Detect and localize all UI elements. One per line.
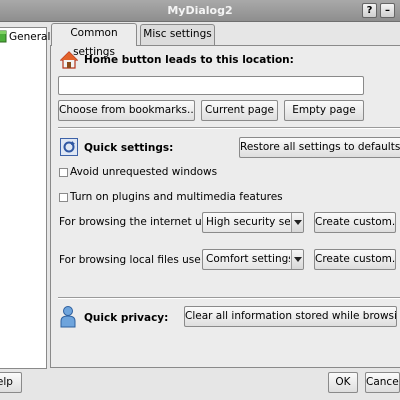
internet-security-value: High security settings — [206, 216, 290, 228]
category-list[interactable]: General — [0, 27, 50, 369]
current-page-button[interactable]: Current page — [201, 100, 278, 121]
quick-privacy-heading: Quick privacy: — [84, 312, 169, 324]
chevron-down-icon[interactable] — [291, 213, 303, 232]
help-button[interactable]: Help — [0, 372, 22, 393]
chevron-down-icon[interactable] — [291, 250, 303, 269]
home-heading: Home button leads to this location: — [84, 54, 294, 66]
tab-misc-settings[interactable]: Misc settings — [140, 24, 215, 45]
quick-settings-icon — [60, 138, 78, 156]
plugins-checkbox[interactable] — [59, 193, 68, 202]
separator — [58, 297, 400, 299]
tab-common-settings[interactable]: Common settings — [51, 23, 137, 58]
clear-browsing-data-button[interactable]: Clear all information stored while brows… — [184, 306, 397, 327]
user-privacy-icon — [60, 306, 76, 328]
help-title-button[interactable]: ? — [362, 3, 377, 18]
quick-settings-heading: Quick settings: — [84, 142, 174, 154]
local-files-select[interactable]: Comfort settings — [202, 249, 304, 270]
internet-security-label: For browsing the internet use: — [59, 216, 218, 228]
create-custom-internet-button[interactable]: Create custom... — [314, 212, 396, 233]
empty-page-button[interactable]: Empty page — [284, 100, 364, 121]
separator — [58, 127, 400, 129]
avoid-popups-label[interactable]: Avoid unrequested windows — [70, 166, 217, 178]
cancel-button[interactable]: Cancel — [365, 372, 400, 393]
sidebar-item-label: General — [9, 31, 51, 43]
internet-security-select[interactable]: High security settings — [202, 212, 304, 233]
choose-from-bookmarks-button[interactable]: Choose from bookmarks... — [58, 100, 195, 121]
create-custom-local-button[interactable]: Create custom... — [314, 249, 396, 270]
ok-button[interactable]: OK — [328, 372, 358, 393]
minimize-button[interactable]: – — [380, 3, 395, 18]
restore-defaults-button[interactable]: Restore all settings to defaults... — [239, 137, 400, 158]
title-bar[interactable]: MyDialog2 ? – — [0, 0, 400, 22]
sidebar-item-general[interactable]: General — [0, 28, 50, 46]
window-title: MyDialog2 — [167, 4, 233, 17]
general-settings-icon — [0, 30, 7, 43]
plugins-label[interactable]: Turn on plugins and multimedia features — [70, 191, 283, 203]
local-files-value: Comfort settings — [206, 253, 290, 265]
local-files-label: For browsing local files use: — [59, 254, 205, 266]
home-location-input[interactable] — [58, 76, 364, 95]
avoid-popups-checkbox[interactable] — [59, 168, 68, 177]
